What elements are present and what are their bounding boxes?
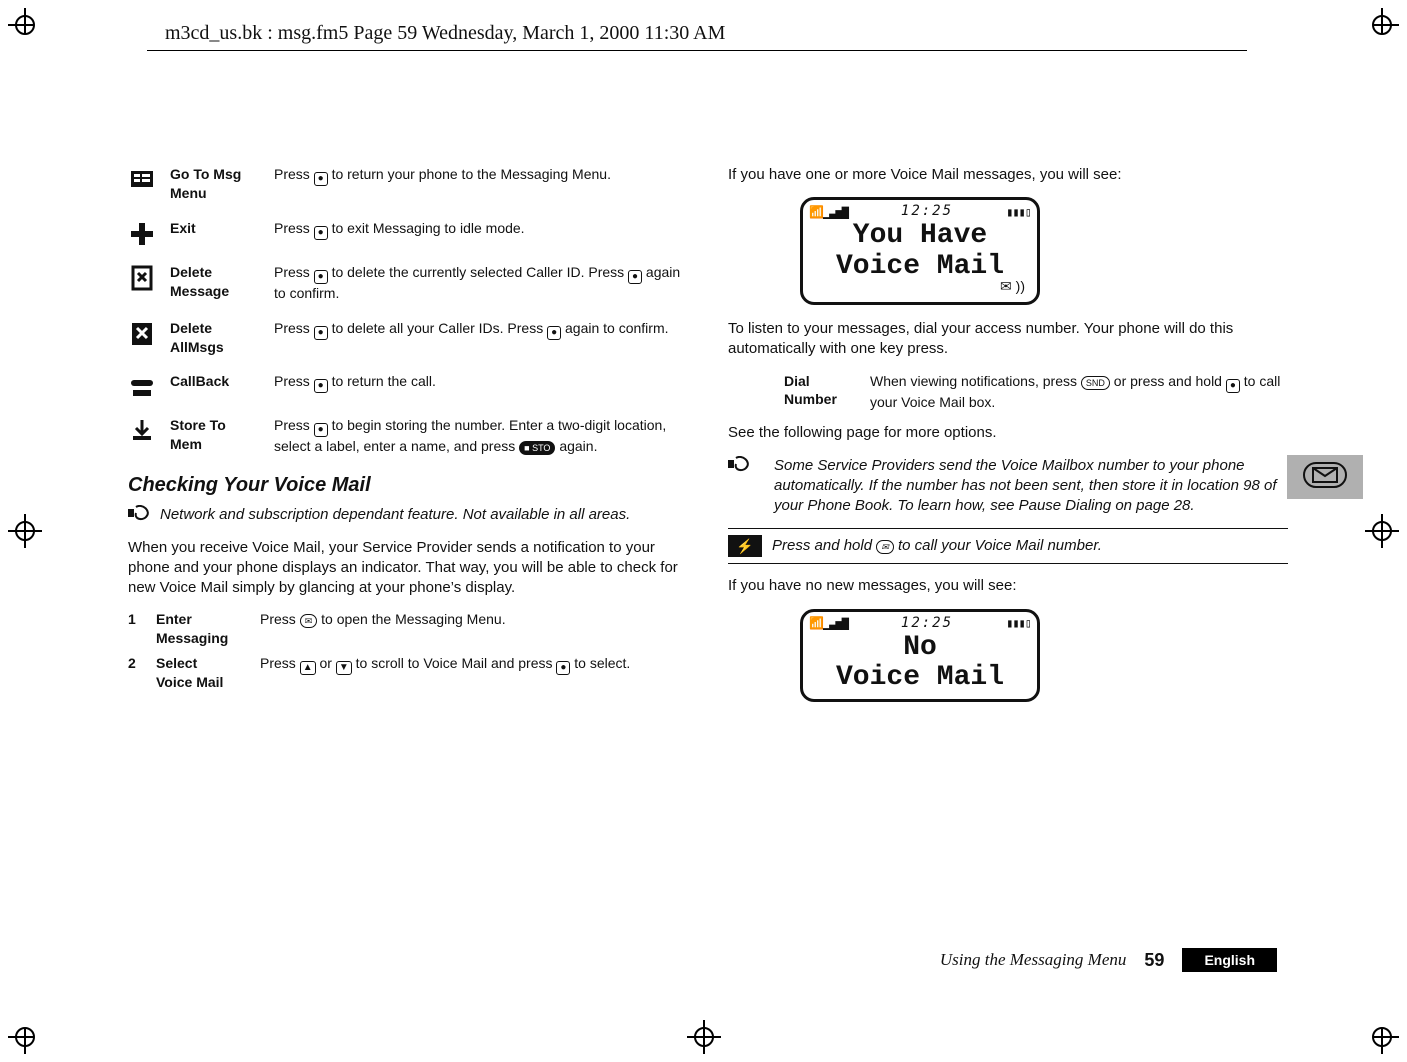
footer-language-badge: English: [1182, 948, 1277, 972]
step-1: 1 Enter Messaging Press ✉ to open the Me…: [128, 610, 688, 648]
note-icon: [728, 456, 752, 517]
tip-text: Press and hold ✉ to call your Voice Mail…: [772, 536, 1102, 556]
note-text: Network and subscription dependant featu…: [160, 505, 630, 527]
dial-title: Number: [784, 390, 858, 409]
option-desc: Press ● to delete the currently selected…: [274, 263, 688, 303]
crop-mark-icon: [8, 1020, 42, 1054]
margin-tab: [1287, 455, 1363, 499]
step-number: 2: [128, 654, 144, 692]
lcd-screen-2: 📶▁▃▅▇ 12:25 ▮▮▮▯ No Voice Mail: [800, 609, 1288, 702]
note-network: Network and subscription dependant featu…: [128, 505, 688, 527]
dial-title: Dial: [784, 372, 858, 391]
option-desc: Press ● to begin storing the number. Ent…: [274, 416, 688, 456]
lcd-line2: Voice Mail: [836, 663, 1004, 692]
option-delete-message: Delete Message Press ● to delete the cur…: [128, 263, 688, 303]
option-callback: CallBack Press ● to return the call.: [128, 372, 688, 400]
callback-icon: [128, 372, 156, 400]
option-title: Menu: [170, 184, 260, 203]
option-title: Go To Msg: [170, 165, 260, 184]
body-paragraph: When you receive Voice Mail, your Servic…: [128, 538, 688, 599]
step-title: Messaging: [156, 629, 248, 648]
right-intro2: To listen to your messages, dial your ac…: [728, 319, 1288, 360]
store-to-mem-icon: [128, 416, 156, 444]
option-go-to-msg-menu: Go To Msg Menu Press ● to return your ph…: [128, 165, 688, 203]
footer-section-title: Using the Messaging Menu: [940, 950, 1127, 970]
option-delete-allmsgs: Delete AllMsgs Press ● to delete all you…: [128, 319, 688, 357]
see-more: See the following page for more options.: [728, 423, 1288, 443]
exit-icon: [128, 219, 156, 247]
right-intro3: If you have no new messages, you will se…: [728, 576, 1288, 596]
step-title: Voice Mail: [156, 673, 248, 692]
battery-icon: ▮▮▮▯: [1006, 615, 1031, 631]
envelope-icon: [1303, 462, 1347, 493]
step-desc: Press ✉ to open the Messaging Menu.: [260, 610, 688, 648]
option-desc: Press ● to delete all your Caller IDs. P…: [274, 319, 688, 340]
note-text: Some Service Providers send the Voice Ma…: [760, 456, 1288, 517]
step-title: Select: [156, 654, 248, 673]
crop-mark-icon: [1365, 1020, 1399, 1054]
section-heading: Checking Your Voice Mail: [128, 472, 688, 499]
lcd-clock: 12:25: [901, 202, 953, 221]
footer-page-number: 59: [1144, 950, 1164, 971]
option-title: CallBack: [170, 372, 260, 391]
step-2: 2 Select Voice Mail Press ▲ or ▼ to scro…: [128, 654, 688, 692]
crop-mark-icon: [8, 514, 42, 548]
step-desc: Press ▲ or ▼ to scroll to Voice Mail and…: [260, 654, 688, 692]
delete-message-icon: [128, 263, 156, 291]
option-desc: Press ● to exit Messaging to idle mode.: [274, 219, 688, 240]
crop-mark-icon: [687, 1020, 721, 1054]
header-text: m3cd_us.bk : msg.fm5 Page 59 Wednesday, …: [165, 22, 725, 44]
running-header: m3cd_us.bk : msg.fm5 Page 59 Wednesday, …: [165, 22, 725, 45]
note-icon: [128, 505, 152, 527]
page-footer: Using the Messaging Menu 59 English: [940, 948, 1277, 972]
option-title: Delete: [170, 263, 260, 282]
option-desc: Press ● to return the call.: [274, 372, 688, 393]
crop-mark-icon: [1365, 514, 1399, 548]
option-title: Mem: [170, 435, 260, 454]
step-title: Enter: [156, 610, 248, 629]
crop-mark-icon: [1365, 8, 1399, 42]
option-title: Exit: [170, 219, 260, 238]
quick-tip: ⚡ Press and hold ✉ to call your Voice Ma…: [728, 528, 1288, 564]
lcd-clock: 12:25: [901, 614, 953, 633]
right-column: If you have one or more Voice Mail messa…: [728, 165, 1288, 716]
crop-mark-icon: [8, 8, 42, 42]
go-to-msg-menu-icon: [128, 165, 156, 193]
signal-icon: 📶▁▃▅▇: [809, 204, 848, 220]
option-title: Delete: [170, 319, 260, 338]
battery-icon: ▮▮▮▯: [1006, 204, 1031, 220]
lcd-line1: You Have: [809, 221, 1031, 250]
dial-number-step: Dial Number When viewing notifications, …: [784, 372, 1288, 412]
lcd-line2: Voice Mail: [836, 252, 1004, 281]
lcd-screen-1: 📶▁▃▅▇ 12:25 ▮▮▮▯ You Have Voice Mail ✉ )…: [800, 197, 1288, 305]
right-intro1: If you have one or more Voice Mail messa…: [728, 165, 1288, 185]
option-title: AllMsgs: [170, 338, 260, 357]
option-title: Message: [170, 282, 260, 301]
tip-flash-icon: ⚡: [728, 535, 762, 557]
lcd-line1: No: [809, 633, 1031, 662]
left-column: Go To Msg Menu Press ● to return your ph…: [128, 165, 688, 716]
option-title: Store To: [170, 416, 260, 435]
step-number: 1: [128, 610, 144, 648]
option-store-to-mem: Store To Mem Press ● to begin storing th…: [128, 416, 688, 456]
header-rule: [147, 50, 1247, 51]
signal-icon: 📶▁▃▅▇: [809, 615, 848, 631]
delete-allmsgs-icon: [128, 319, 156, 347]
option-exit: Exit Press ● to exit Messaging to idle m…: [128, 219, 688, 247]
option-desc: Press ● to return your phone to the Mess…: [274, 165, 688, 186]
dial-desc: When viewing notifications, press SND or…: [870, 372, 1288, 412]
note-provider: Some Service Providers send the Voice Ma…: [728, 456, 1288, 517]
